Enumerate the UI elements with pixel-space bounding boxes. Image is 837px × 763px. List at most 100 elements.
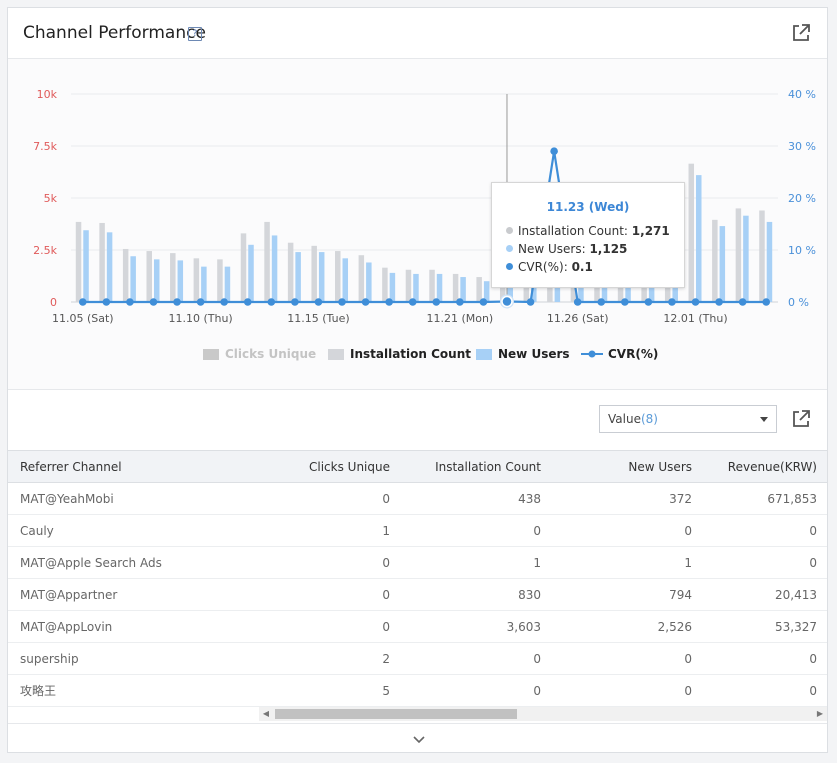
new-users-swatch	[476, 348, 492, 360]
x-tick-label: 11.26 (Sat)	[547, 312, 609, 325]
table-row[interactable]: MAT@YeahMobi 0 438 372 671,853	[8, 483, 827, 515]
cell-value: 0	[809, 555, 817, 570]
cvr-point	[291, 298, 299, 306]
col-revenue[interactable]: Revenue(KRW)	[702, 450, 827, 483]
installation-count-bar	[358, 255, 365, 302]
cvr-point	[644, 298, 653, 306]
new-users-bar	[83, 230, 89, 302]
cell-value: 0	[533, 683, 541, 698]
horizontal-scrollbar[interactable]: ◀ ▶	[259, 707, 827, 721]
legend-installation-count[interactable]: Installation Count	[328, 347, 471, 361]
cvr-point	[361, 298, 370, 306]
table-header-row: Referrer Channel Clicks Unique Installat…	[8, 450, 827, 483]
cvr-point	[126, 298, 134, 306]
new-users-bar	[413, 273, 419, 302]
col-referrer-channel[interactable]: Referrer Channel	[8, 450, 261, 483]
cvr-point	[385, 298, 393, 306]
installation-count-bar	[75, 221, 82, 302]
cell-channel: 攻略王	[20, 684, 57, 698]
cvr-point	[196, 298, 205, 306]
help-icon[interactable]: ?	[188, 27, 202, 41]
y-left-tick-label: 5k	[44, 192, 58, 205]
cvr-point	[526, 298, 535, 306]
table-row[interactable]: supership 2 0 0 0	[8, 643, 827, 675]
scroll-right-icon[interactable]: ▶	[813, 707, 827, 721]
installation-count-bar	[382, 267, 388, 302]
col-new-users[interactable]: New Users	[551, 450, 702, 483]
new-users-bar	[766, 221, 773, 302]
tooltip-date: 11.23 (Wed)	[546, 200, 630, 214]
cell-value: 0	[533, 651, 541, 666]
legend-label: CVR(%)	[608, 347, 659, 361]
table-row[interactable]: MAT@AppLovin 0 3,603 2,526 53,327	[8, 611, 827, 643]
new-users-bar	[224, 266, 231, 302]
installation-count-bar	[99, 222, 105, 302]
new-users-bar	[743, 215, 749, 302]
installation-count-bar	[735, 208, 742, 302]
installation-count-bar	[476, 277, 482, 302]
cvr-point	[715, 298, 723, 306]
installation-count-bar	[264, 221, 270, 302]
legend-new-users[interactable]: New Users	[476, 347, 570, 361]
cell-channel: Cauly	[20, 523, 54, 538]
cell-value: 0	[533, 523, 541, 538]
cvr-point	[621, 298, 629, 306]
installs-dot-icon	[506, 227, 513, 234]
export-icon[interactable]	[791, 23, 811, 43]
cvr-point	[314, 298, 323, 306]
new-users-bar	[719, 226, 726, 302]
new-users-bar	[696, 175, 702, 302]
cell-value: 2	[382, 651, 390, 666]
table-export-icon[interactable]	[791, 409, 811, 429]
installation-count-bar	[712, 219, 718, 302]
scrollbar-thumb[interactable]	[275, 709, 517, 719]
chart-area: 10k 40 % 7.5k 30 % 5k 20 % 2.5k 10 % 0 0 % 11.05 (…	[8, 59, 827, 390]
new-users-bar	[436, 273, 443, 302]
installation-count-bar	[452, 273, 459, 302]
select-label: Value	[608, 412, 641, 426]
cell-value: 1	[382, 523, 390, 538]
clicks-unique-swatch	[203, 348, 219, 360]
cell-value: 438	[518, 491, 541, 506]
table-row[interactable]: 攻略王 5 0 0 0	[8, 675, 827, 707]
cvr-point	[573, 298, 582, 306]
cvr-point	[220, 298, 228, 306]
value-select[interactable]: Value(8)	[599, 405, 777, 433]
y-left-tick-label: 0	[50, 296, 57, 309]
table-row[interactable]: MAT@Appartner 0 830 794 20,413	[8, 579, 827, 611]
panel-title: Channel Performance	[23, 23, 206, 43]
cell-value: 0	[684, 523, 692, 538]
cell-value: 0	[382, 555, 390, 570]
cvr-point	[501, 295, 513, 308]
new-users-bar	[106, 232, 113, 302]
table-row[interactable]: Cauly 1 0 0 0	[8, 515, 827, 547]
cell-channel: MAT@Apple Search Ads	[20, 555, 162, 570]
table-row[interactable]: MAT@Apple Search Ads 0 1 1 0	[8, 547, 827, 579]
new-users-bar	[318, 252, 325, 302]
y-right-tick-label: 20 %	[788, 192, 816, 205]
cell-value: 372	[669, 491, 692, 506]
col-clicks-unique[interactable]: Clicks Unique	[261, 450, 400, 483]
x-tick-label: 11.10 (Thu)	[168, 312, 232, 325]
cell-channel: MAT@YeahMobi	[20, 491, 114, 506]
performance-chart[interactable]: 10k 40 % 7.5k 30 % 5k 20 % 2.5k 10 % 0 0 % 11.05 (…	[8, 59, 827, 344]
legend-clicks-unique[interactable]: Clicks Unique	[203, 347, 316, 361]
cell-value: 0	[382, 619, 390, 634]
new-users-dot-icon	[506, 245, 513, 252]
installation-count-bar	[217, 259, 223, 302]
col-installation-count[interactable]: Installation Count	[400, 450, 551, 483]
cvr-point	[479, 298, 488, 306]
new-users-bar	[177, 260, 184, 302]
chart-tooltip: 11.23 (Wed) Installation Count: 1,271 Ne…	[491, 182, 685, 288]
cvr-point	[173, 298, 181, 306]
new-users-bar	[342, 258, 349, 302]
expand-chevron-icon[interactable]	[413, 729, 425, 748]
legend-cvr[interactable]: CVR(%)	[581, 347, 658, 361]
cell-value: 0	[809, 683, 817, 698]
tooltip-row-cvr: CVR(%): 0.1	[506, 260, 593, 274]
channel-table: Referrer Channel Clicks Unique Installat…	[8, 450, 827, 707]
new-users-bar	[295, 252, 301, 302]
value-select-text: Value(8)	[608, 412, 658, 426]
scroll-left-icon[interactable]: ◀	[259, 707, 273, 721]
installation-count-bar	[759, 210, 765, 302]
